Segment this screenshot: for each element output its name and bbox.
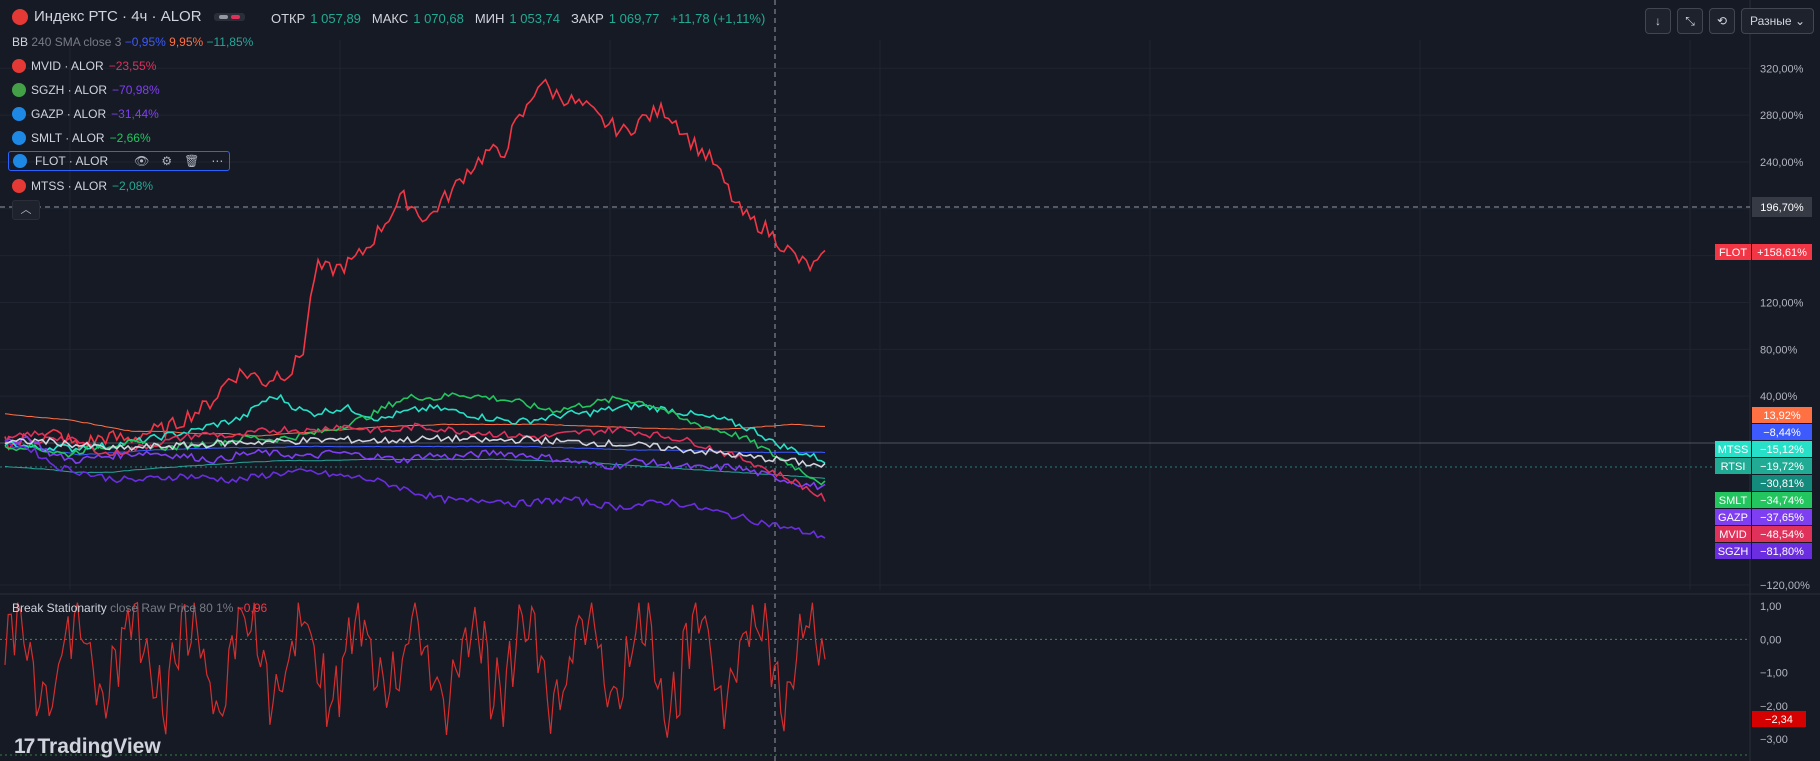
more-icon[interactable]: ⋯ <box>211 154 223 168</box>
smlt-icon <box>12 131 26 145</box>
legend-row-mtss[interactable]: MTSS · ALOR −2,08% <box>12 179 153 193</box>
legend-row-mvid[interactable]: MVID · ALOR −23,55% <box>12 59 156 73</box>
axis-badge-label: GAZP <box>1718 512 1748 524</box>
series-line-gazp <box>4 435 826 491</box>
y-tick-label: 280,00% <box>1760 110 1804 122</box>
scale-mode-label: Разные <box>1750 14 1792 28</box>
axis-badge-value: −37,65% <box>1760 512 1804 524</box>
y-tick-label: 120,00% <box>1760 297 1804 309</box>
axis-badge-label: SMLT <box>1719 495 1748 507</box>
trash-icon[interactable]: 🗑 <box>184 154 199 168</box>
legend-value: −31,44% <box>111 107 159 121</box>
flot-icon <box>13 154 27 168</box>
axis-badge-value: −19,72% <box>1760 461 1804 473</box>
scroll-down-icon[interactable]: ↓ <box>1645 8 1672 34</box>
symbol-title: Индекс РТС · 4ч · ALOR <box>34 8 202 25</box>
ohlc-value: 1 070,68 <box>413 11 464 26</box>
legend-name: MTSS · ALOR <box>31 179 108 193</box>
indicator-value: −0,96 <box>236 601 268 615</box>
visibility-toggle[interactable] <box>213 12 245 21</box>
mvid-icon <box>12 59 26 73</box>
axis-badge-label: RTSI <box>1721 461 1746 473</box>
chart-toolbar: ↓ ⤡ ⟲ Разные ⌄ <box>1645 8 1814 34</box>
y-tick-label: 80,00% <box>1760 344 1798 356</box>
sgzh-icon <box>12 83 26 97</box>
y-tick-label: 320,00% <box>1760 63 1804 75</box>
indicator-params: close Raw Price 80 1% <box>110 601 234 615</box>
fit-screen-icon[interactable]: ⟲ <box>1709 8 1736 34</box>
bb-lower-line <box>4 458 826 479</box>
axis-badge-value: 13,92% <box>1763 410 1801 422</box>
series-line-mvid <box>4 422 826 502</box>
y2-tick-label: 0,00 <box>1760 634 1781 646</box>
gazp-icon <box>12 107 26 121</box>
chart-canvas[interactable]: 320,00% 280,00% 240,00% 120,00% 80,00% 40,00%… <box>0 0 1820 761</box>
bb-value: −11,85% <box>203 35 254 49</box>
y-tick-label: −120,00% <box>1760 580 1810 592</box>
axis-badge-value: −15,12% <box>1760 444 1804 456</box>
ohlc-label: МИН <box>474 11 505 26</box>
tradingview-mark: 17 <box>14 735 35 758</box>
y-tick-label: 40,00% <box>1760 391 1798 403</box>
ohlc-value: 1 057,89 <box>310 11 361 26</box>
ohlc-label: МАКС <box>371 11 409 26</box>
legend-row-flot[interactable]: FLOT · ALOR 👁 ⚙ 🗑 ⋯ <box>8 151 231 171</box>
legend-name: SGZH · ALOR <box>31 83 108 97</box>
y2-tick-label: −1,00 <box>1760 668 1788 680</box>
y2-tick-label: 1,00 <box>1760 601 1781 613</box>
legend-name: FLOT · ALOR <box>35 154 109 168</box>
indicator-badge-value: −2,34 <box>1765 714 1793 726</box>
legend-value: −2,66% <box>109 131 151 145</box>
tradingview-logo: 17 TradingView <box>14 735 161 759</box>
axis-badge-value: −8,44% <box>1763 427 1801 439</box>
axis-badge-value: −34,74% <box>1760 495 1804 507</box>
bb-indicator-legend[interactable]: BB 240 SMA close 3 −0,95% 9,95% −11,85% <box>12 35 253 49</box>
y-tick-label: 240,00% <box>1760 157 1804 169</box>
legend-value: −70,98% <box>112 83 160 97</box>
legend-row-gazp[interactable]: GAZP · ALOR −31,44% <box>12 107 159 121</box>
axis-badge-label: FLOT <box>1719 247 1747 259</box>
bb-value: −0,95% <box>124 35 166 49</box>
rts-logo-icon <box>12 8 28 25</box>
ohlc-value: 1 069,77 <box>608 11 660 26</box>
legend-name: SMLT · ALOR <box>31 131 105 145</box>
axis-badge-value: +158,61% <box>1757 247 1807 259</box>
bb-value: 9,95% <box>165 35 204 49</box>
legend-row-sgzh[interactable]: SGZH · ALOR −70,98% <box>12 83 160 97</box>
ohlc-readout: ОТКР 1 057,89 МАКС 1 070,68 МИН 1 053,74 ЗАКР 1… <box>271 11 771 26</box>
scale-mode-dropdown[interactable]: Разные ⌄ <box>1741 8 1814 34</box>
bb-name: BB <box>12 35 29 49</box>
break-stationarity-line <box>4 601 826 738</box>
legend-name: GAZP · ALOR <box>31 107 107 121</box>
ohlc-label: ЗАКР <box>571 11 604 26</box>
ohlc-label: ОТКР <box>271 11 306 26</box>
axis-badge-value: −48,54% <box>1760 529 1804 541</box>
ohlc-value: 1 053,74 <box>509 11 561 26</box>
legend-row-smlt[interactable]: SMLT · ALOR −2,66% <box>12 131 151 145</box>
crosshair-label: 196,70% <box>1760 202 1804 214</box>
legend-name: MVID · ALOR <box>31 59 104 73</box>
collapse-legend-button[interactable]: ︿ <box>12 200 40 220</box>
expand-icon[interactable]: ⤡ <box>1677 8 1704 34</box>
mtss-icon <box>12 179 26 193</box>
axis-badge-value: −81,80% <box>1760 546 1804 558</box>
axis-badge-value: −30,81% <box>1760 478 1804 490</box>
tradingview-text: TradingView <box>37 735 161 758</box>
indicator-name: Break Stationarity <box>12 601 107 615</box>
axis-badge-label: SGZH <box>1718 546 1749 558</box>
legend-value: −23,55% <box>108 59 157 73</box>
axis-badge-label: MVID <box>1719 529 1747 541</box>
legend-value: −2,08% <box>112 179 154 193</box>
y2-tick-label: −3,00 <box>1760 734 1788 746</box>
axis-badge-label: MTSS <box>1718 444 1749 456</box>
settings-icon[interactable]: ⚙ <box>161 154 172 168</box>
symbol-header[interactable]: Индекс РТС · 4ч · ALOR <box>12 8 245 25</box>
legend-actions: 👁 ⚙ 🗑 ⋯ <box>134 154 223 168</box>
break-stationarity-legend[interactable]: Break Stationarity close Raw Price 80 1%… <box>12 601 267 615</box>
bb-params: 240 SMA close 3 <box>31 35 122 49</box>
ohlc-value: +11,78 (+1,11%) <box>670 11 766 26</box>
eye-icon[interactable]: 👁 <box>134 154 149 168</box>
